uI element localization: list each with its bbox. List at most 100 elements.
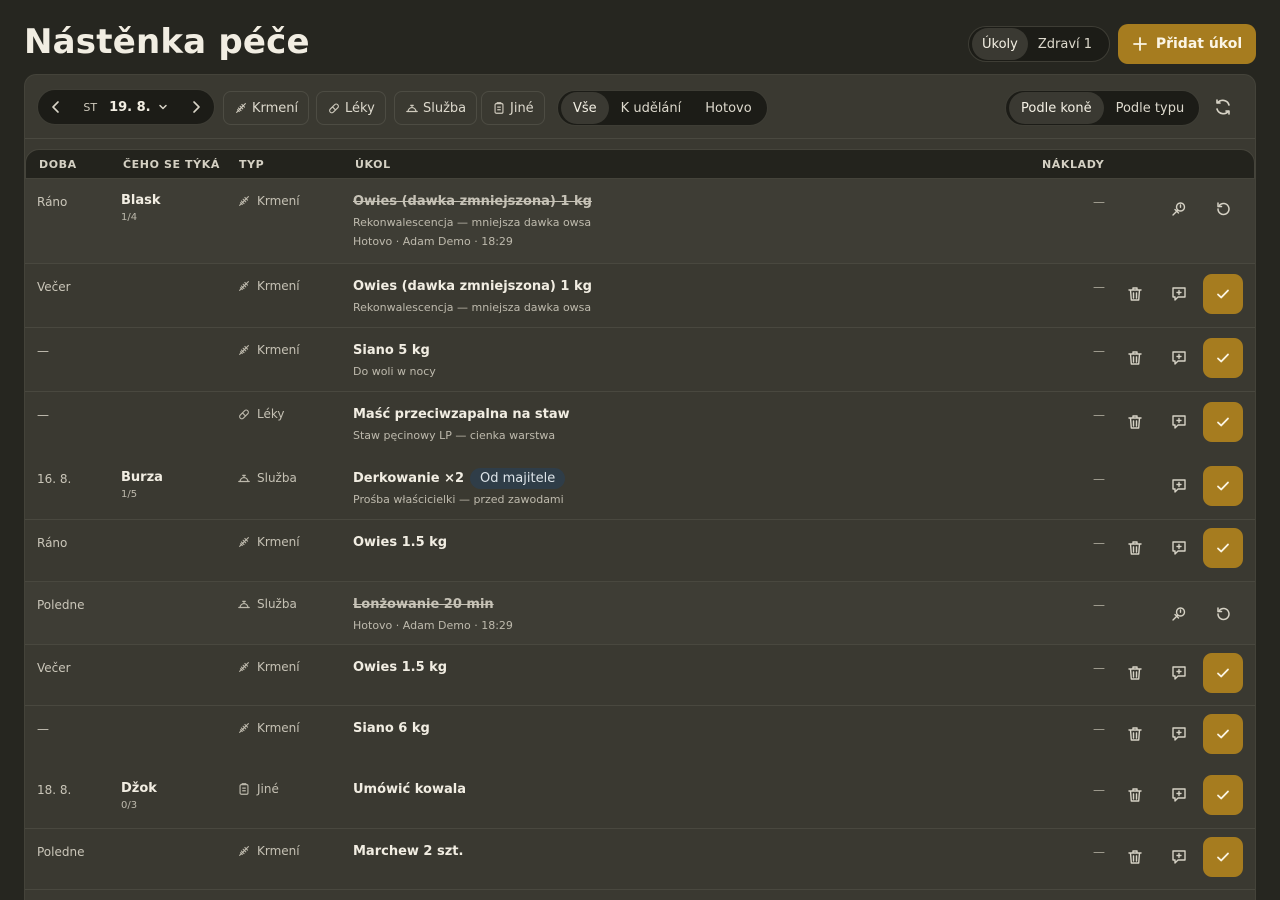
history-button[interactable] xyxy=(1167,197,1191,221)
task-cost: — xyxy=(1093,195,1105,209)
chevron-left-icon[interactable] xyxy=(48,99,64,115)
tab-health[interactable]: Zdraví 1 xyxy=(1028,28,1102,60)
task-title-text: Umówić kowala xyxy=(353,782,466,797)
delete-button[interactable] xyxy=(1123,410,1147,434)
horse-cell[interactable]: Džok 0/3 xyxy=(121,781,157,811)
task-done-meta: Hotovo · Adam Demo · 18:29 xyxy=(353,235,513,248)
clipboard-icon xyxy=(239,783,249,795)
delete-button[interactable] xyxy=(1123,346,1147,370)
delete-button[interactable] xyxy=(1123,661,1147,685)
task-cell: Derkowanie ×2 Od majitele Prośba właścic… xyxy=(353,468,566,506)
table-row: Ráno Blask 1/4 Krmení Owies (dawka zmnie… xyxy=(25,179,1255,264)
complete-button[interactable] xyxy=(1203,653,1243,693)
add-comment-button[interactable] xyxy=(1167,661,1191,685)
comment-add-icon xyxy=(1172,666,1186,680)
task-type-label: Krmení xyxy=(257,343,300,357)
task-cost: — xyxy=(1093,661,1105,675)
table-row: 16. 8. Burza 1/5 Služba Derkowanie ×2 Od… xyxy=(25,456,1255,520)
add-task-label: Přidat úkol xyxy=(1155,36,1243,52)
horse-cell[interactable]: Blask 1/4 xyxy=(121,193,161,223)
complete-button[interactable] xyxy=(1203,837,1243,877)
chip-feeding[interactable]: Krmení xyxy=(223,91,310,125)
horse-name: Burza xyxy=(121,470,163,485)
add-comment-button[interactable] xyxy=(1167,845,1191,869)
complete-button[interactable] xyxy=(1203,338,1243,378)
task-cost: — xyxy=(1093,408,1105,422)
delete-button[interactable] xyxy=(1123,282,1147,306)
history-icon xyxy=(1172,607,1186,621)
comment-add-icon xyxy=(1172,351,1186,365)
trash-icon xyxy=(1128,666,1142,680)
complete-button[interactable] xyxy=(1203,274,1243,314)
chip-meds[interactable]: Léky xyxy=(316,91,386,125)
task-title: Owies (dawka zmniejszona) 1 kg xyxy=(353,193,592,210)
undo-button[interactable] xyxy=(1211,602,1235,626)
task-title-text: Maść przeciwzapalna na staw xyxy=(353,407,570,422)
task-type-label: Služba xyxy=(257,471,297,485)
table-row: — Krmení Siano 6 kg — xyxy=(25,706,1255,767)
chip-other[interactable]: Jiné xyxy=(481,91,545,125)
task-cost: — xyxy=(1093,783,1105,797)
tab-tasks[interactable]: Úkoly xyxy=(972,28,1028,60)
comment-add-icon xyxy=(1172,850,1186,864)
delete-button[interactable] xyxy=(1123,845,1147,869)
task-cost: — xyxy=(1093,722,1105,736)
complete-button[interactable] xyxy=(1203,402,1243,442)
task-note: Rekonwalescencja — mniejsza dawka owsa xyxy=(353,301,592,314)
add-task-button[interactable]: Přidat úkol xyxy=(1118,24,1256,64)
filter-done[interactable]: Hotovo xyxy=(693,92,763,124)
add-comment-button[interactable] xyxy=(1167,536,1191,560)
chip-label: Služba xyxy=(423,100,467,116)
add-comment-button[interactable] xyxy=(1167,346,1191,370)
date-value: 19. 8. xyxy=(109,99,151,115)
task-cell: Owies (dawka zmniejszona) 1 kg Rekonwale… xyxy=(353,193,592,248)
chip-service[interactable]: Služba xyxy=(394,91,478,125)
task-type: Služba xyxy=(237,471,297,485)
chevron-right-icon[interactable] xyxy=(188,99,204,115)
sort-by-horse[interactable]: Podle koně xyxy=(1009,92,1104,124)
board-panel: ST 19. 8. Krmení Léky Služba Jiné Vše K … xyxy=(24,74,1256,900)
task-title-text: Lonżowanie 20 min xyxy=(353,597,494,612)
trash-icon xyxy=(1128,727,1142,741)
delete-button[interactable] xyxy=(1123,536,1147,560)
complete-button[interactable] xyxy=(1203,714,1243,754)
task-type: Jiné xyxy=(237,782,279,796)
check-icon xyxy=(1217,852,1229,862)
add-comment-button[interactable] xyxy=(1167,783,1191,807)
task-title-text: Owies (dawka zmniejszona) 1 kg xyxy=(353,279,592,294)
refresh-icon[interactable] xyxy=(1213,97,1233,117)
add-comment-button[interactable] xyxy=(1167,722,1191,746)
pill-icon xyxy=(329,103,339,114)
task-type: Krmení xyxy=(237,343,300,357)
task-title: Siano 5 kg xyxy=(353,342,436,359)
sort-by-type[interactable]: Podle typu xyxy=(1104,92,1197,124)
table-row: — Krmení Siano 5 kg Do woli w nocy — xyxy=(25,328,1255,392)
add-comment-button[interactable] xyxy=(1167,474,1191,498)
clipboard-icon xyxy=(494,102,504,114)
view-tabs: Úkoly Zdraví 1 xyxy=(968,26,1110,62)
task-time: Večer xyxy=(37,661,71,675)
filter-todo[interactable]: K udělání xyxy=(609,92,694,124)
delete-button[interactable] xyxy=(1123,783,1147,807)
complete-button[interactable] xyxy=(1203,466,1243,506)
task-note: Rekonwalescencja — mniejsza dawka owsa xyxy=(353,216,592,229)
history-button[interactable] xyxy=(1167,602,1191,626)
task-time: — xyxy=(37,408,49,422)
check-icon xyxy=(1217,790,1229,800)
add-comment-button[interactable] xyxy=(1167,282,1191,306)
undo-button[interactable] xyxy=(1211,197,1235,221)
check-icon xyxy=(1217,417,1229,427)
task-note: Staw pęcinowy LP — cienka warstwa xyxy=(353,429,556,442)
delete-button[interactable] xyxy=(1123,722,1147,746)
complete-button[interactable] xyxy=(1203,775,1243,815)
complete-button[interactable] xyxy=(1203,528,1243,568)
horse-cell[interactable]: Burza 1/5 xyxy=(121,470,163,500)
trash-icon xyxy=(1128,287,1142,301)
add-comment-button[interactable] xyxy=(1167,410,1191,434)
task-time: 16. 8. xyxy=(37,472,72,486)
filter-all[interactable]: Vše xyxy=(561,92,609,124)
task-title: Maść przeciwzapalna na staw xyxy=(353,406,570,423)
feed-icon xyxy=(239,723,249,733)
check-icon xyxy=(1217,543,1229,553)
date-picker[interactable]: ST 19. 8. xyxy=(83,100,168,115)
